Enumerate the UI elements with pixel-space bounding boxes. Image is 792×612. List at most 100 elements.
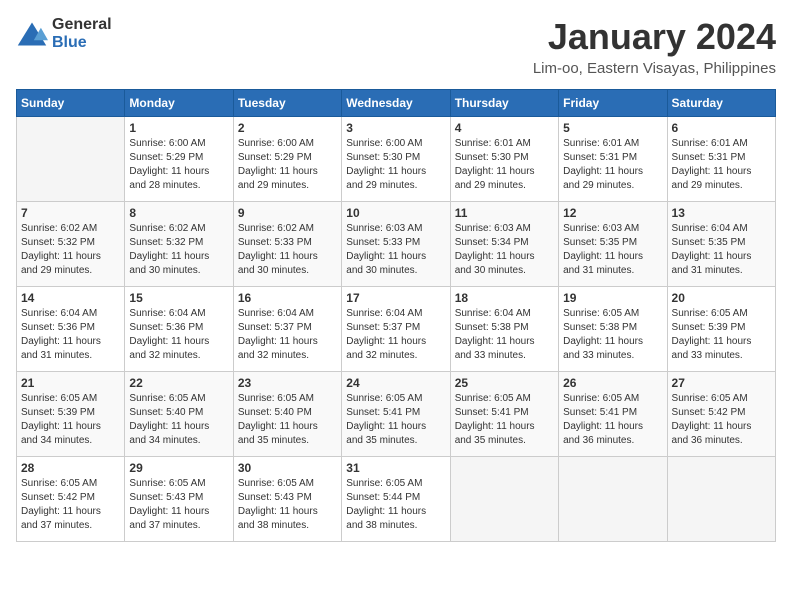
calendar-cell: 11Sunrise: 6:03 AMSunset: 5:34 PMDayligh…: [450, 202, 558, 287]
calendar-week-1: 1 Sunrise: 6:00 AMSunset: 5:29 PMDaylight…: [17, 117, 776, 202]
day-info: Sunrise: 6:04 AMSunset: 5:38 PMDaylight:…: [455, 307, 554, 363]
calendar-cell: 9 Sunrise: 6:02 AMSunset: 5:33 PMDaylight…: [233, 202, 341, 287]
day-number: 15: [129, 291, 228, 305]
month-title: January 2024: [533, 16, 776, 58]
day-info: Sunrise: 6:00 AMSunset: 5:29 PMDaylight:…: [129, 137, 228, 193]
calendar-cell: 31 Sunrise: 6:05 AMSunset: 5:44 PMDayligh…: [342, 457, 450, 542]
calendar-cell: [559, 457, 667, 542]
calendar-cell: 14 Sunrise: 6:04 AMSunset: 5:36 PMDayligh…: [17, 287, 125, 372]
day-number: 18: [455, 291, 554, 305]
calendar-cell: 1 Sunrise: 6:00 AMSunset: 5:29 PMDaylight…: [125, 117, 233, 202]
calendar-header-thursday: Thursday: [450, 90, 558, 117]
day-info: Sunrise: 6:05 AMSunset: 5:40 PMDaylight:…: [238, 392, 337, 448]
day-info: Sunrise: 6:05 AMSunset: 5:42 PMDaylight:…: [672, 392, 771, 448]
day-info: Sunrise: 6:05 AMSunset: 5:43 PMDaylight:…: [129, 477, 228, 533]
calendar-cell: 27 Sunrise: 6:05 AMSunset: 5:42 PMDayligh…: [667, 372, 775, 457]
day-number: 5: [563, 121, 662, 135]
calendar-cell: [17, 117, 125, 202]
calendar-cell: 28Sunrise: 6:05 AMSunset: 5:42 PMDayligh…: [17, 457, 125, 542]
day-info: Sunrise: 6:04 AMSunset: 5:35 PMDaylight:…: [672, 222, 771, 278]
day-info: Sunrise: 6:04 AMSunset: 5:36 PMDaylight:…: [21, 307, 120, 363]
day-info: Sunrise: 6:04 AMSunset: 5:37 PMDaylight:…: [346, 307, 445, 363]
day-number: 10: [346, 206, 445, 220]
calendar-header-monday: Monday: [125, 90, 233, 117]
day-number: 9: [238, 206, 337, 220]
calendar-body: 1 Sunrise: 6:00 AMSunset: 5:29 PMDaylight…: [17, 117, 776, 542]
calendar-table: SundayMondayTuesdayWednesdayThursdayFrid…: [16, 89, 776, 542]
calendar-cell: 12 Sunrise: 6:03 AMSunset: 5:35 PMDayligh…: [559, 202, 667, 287]
day-info: Sunrise: 6:05 AMSunset: 5:39 PMDaylight:…: [21, 392, 120, 448]
day-number: 23: [238, 376, 337, 390]
day-number: 22: [129, 376, 228, 390]
day-number: 17: [346, 291, 445, 305]
day-number: 30: [238, 461, 337, 475]
calendar-cell: 4 Sunrise: 6:01 AMSunset: 5:30 PMDaylight…: [450, 117, 558, 202]
logo-icon: [16, 20, 48, 48]
day-info: Sunrise: 6:02 AMSunset: 5:32 PMDaylight:…: [21, 222, 120, 278]
calendar-week-2: 7 Sunrise: 6:02 AMSunset: 5:32 PMDaylight…: [17, 202, 776, 287]
calendar-header-tuesday: Tuesday: [233, 90, 341, 117]
day-number: 21: [21, 376, 120, 390]
day-number: 16: [238, 291, 337, 305]
logo: General Blue: [16, 16, 112, 52]
calendar-header-row: SundayMondayTuesdayWednesdayThursdayFrid…: [17, 90, 776, 117]
day-number: 25: [455, 376, 554, 390]
calendar-cell: [450, 457, 558, 542]
day-info: Sunrise: 6:03 AMSunset: 5:35 PMDaylight:…: [563, 222, 662, 278]
calendar-week-5: 28Sunrise: 6:05 AMSunset: 5:42 PMDayligh…: [17, 457, 776, 542]
day-number: 12: [563, 206, 662, 220]
calendar-cell: 20Sunrise: 6:05 AMSunset: 5:39 PMDayligh…: [667, 287, 775, 372]
day-number: 8: [129, 206, 228, 220]
calendar-cell: 25 Sunrise: 6:05 AMSunset: 5:41 PMDayligh…: [450, 372, 558, 457]
calendar-cell: 8 Sunrise: 6:02 AMSunset: 5:32 PMDaylight…: [125, 202, 233, 287]
day-number: 27: [672, 376, 771, 390]
title-block: January 2024 Lim-oo, Eastern Visayas, Ph…: [533, 16, 776, 77]
calendar-cell: 30Sunrise: 6:05 AMSunset: 5:43 PMDayligh…: [233, 457, 341, 542]
day-info: Sunrise: 6:05 AMSunset: 5:38 PMDaylight:…: [563, 307, 662, 363]
calendar-week-4: 21 Sunrise: 6:05 AMSunset: 5:39 PMDayligh…: [17, 372, 776, 457]
calendar-cell: 24 Sunrise: 6:05 AMSunset: 5:41 PMDayligh…: [342, 372, 450, 457]
day-number: 31: [346, 461, 445, 475]
calendar-cell: 29 Sunrise: 6:05 AMSunset: 5:43 PMDayligh…: [125, 457, 233, 542]
calendar-cell: 19 Sunrise: 6:05 AMSunset: 5:38 PMDayligh…: [559, 287, 667, 372]
calendar-cell: 17 Sunrise: 6:04 AMSunset: 5:37 PMDayligh…: [342, 287, 450, 372]
day-info: Sunrise: 6:00 AMSunset: 5:30 PMDaylight:…: [346, 137, 445, 193]
day-info: Sunrise: 6:01 AMSunset: 5:31 PMDaylight:…: [672, 137, 771, 193]
day-info: Sunrise: 6:03 AMSunset: 5:33 PMDaylight:…: [346, 222, 445, 278]
day-info: Sunrise: 6:02 AMSunset: 5:33 PMDaylight:…: [238, 222, 337, 278]
calendar-cell: 5 Sunrise: 6:01 AMSunset: 5:31 PMDaylight…: [559, 117, 667, 202]
day-number: 3: [346, 121, 445, 135]
day-info: Sunrise: 6:05 AMSunset: 5:44 PMDaylight:…: [346, 477, 445, 533]
calendar-header-sunday: Sunday: [17, 90, 125, 117]
day-number: 29: [129, 461, 228, 475]
day-info: Sunrise: 6:04 AMSunset: 5:37 PMDaylight:…: [238, 307, 337, 363]
calendar-cell: 15Sunrise: 6:04 AMSunset: 5:36 PMDayligh…: [125, 287, 233, 372]
day-number: 26: [563, 376, 662, 390]
calendar-cell: 23 Sunrise: 6:05 AMSunset: 5:40 PMDayligh…: [233, 372, 341, 457]
day-number: 7: [21, 206, 120, 220]
day-number: 1: [129, 121, 228, 135]
calendar-cell: 18 Sunrise: 6:04 AMSunset: 5:38 PMDayligh…: [450, 287, 558, 372]
calendar-cell: 22Sunrise: 6:05 AMSunset: 5:40 PMDayligh…: [125, 372, 233, 457]
day-info: Sunrise: 6:01 AMSunset: 5:31 PMDaylight:…: [563, 137, 662, 193]
logo-general: General: [52, 16, 112, 33]
location: Lim-oo, Eastern Visayas, Philippines: [533, 60, 776, 77]
day-info: Sunrise: 6:01 AMSunset: 5:30 PMDaylight:…: [455, 137, 554, 193]
day-number: 14: [21, 291, 120, 305]
day-info: Sunrise: 6:05 AMSunset: 5:41 PMDaylight:…: [455, 392, 554, 448]
page-header: General Blue January 2024 Lim-oo, Easter…: [16, 16, 776, 77]
day-number: 24: [346, 376, 445, 390]
day-info: Sunrise: 6:02 AMSunset: 5:32 PMDaylight:…: [129, 222, 228, 278]
day-number: 11: [455, 206, 554, 220]
day-info: Sunrise: 6:00 AMSunset: 5:29 PMDaylight:…: [238, 137, 337, 193]
day-number: 19: [563, 291, 662, 305]
day-number: 4: [455, 121, 554, 135]
calendar-header-friday: Friday: [559, 90, 667, 117]
logo-blue: Blue: [52, 34, 87, 51]
calendar-cell: 2 Sunrise: 6:00 AMSunset: 5:29 PMDaylight…: [233, 117, 341, 202]
day-info: Sunrise: 6:05 AMSunset: 5:41 PMDaylight:…: [346, 392, 445, 448]
day-number: 2: [238, 121, 337, 135]
calendar-cell: 10 Sunrise: 6:03 AMSunset: 5:33 PMDayligh…: [342, 202, 450, 287]
day-info: Sunrise: 6:05 AMSunset: 5:42 PMDaylight:…: [21, 477, 120, 533]
calendar-cell: 21 Sunrise: 6:05 AMSunset: 5:39 PMDayligh…: [17, 372, 125, 457]
